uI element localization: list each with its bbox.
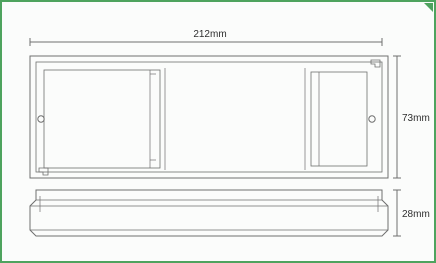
depth-label: 28mm	[402, 209, 430, 220]
height-label: 73mm	[402, 113, 430, 124]
dimension-drawing: 212mm 73mm 28mm	[29, 29, 430, 237]
top-view-inner-outline	[35, 61, 383, 173]
slot-top-right	[370, 59, 381, 68]
top-view	[29, 55, 389, 179]
side-view	[29, 189, 389, 237]
right-compartment	[310, 71, 368, 167]
top-view-outer-outline	[29, 55, 389, 179]
width-label: 212mm	[193, 29, 226, 40]
depth-dimension	[393, 189, 401, 237]
left-compartment	[43, 69, 161, 169]
slot-bottom-left	[38, 167, 49, 176]
side-view-outline	[29, 189, 389, 237]
mounting-hole-right	[368, 115, 376, 123]
mounting-hole-left	[37, 115, 45, 123]
height-dimension	[393, 55, 401, 179]
